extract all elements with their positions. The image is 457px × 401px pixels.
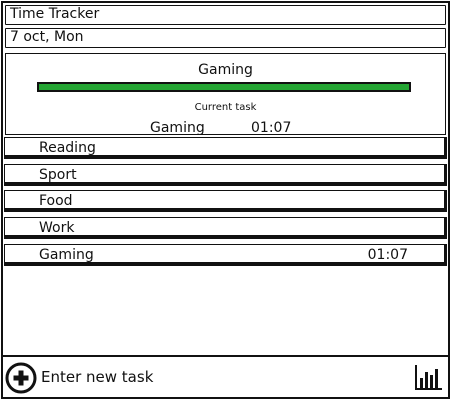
task-row-reading[interactable]: Reading bbox=[4, 137, 447, 159]
date-bar[interactable]: 7 oct, Mon bbox=[5, 28, 446, 48]
current-task-panel: Gaming Current task Gaming 01:07 bbox=[5, 53, 446, 136]
task-label: Work bbox=[39, 220, 75, 236]
task-label: Food bbox=[39, 193, 73, 209]
task-label: Sport bbox=[39, 167, 77, 183]
current-task-time: 01:07 bbox=[251, 120, 292, 136]
task-row-sport[interactable]: Sport bbox=[4, 164, 447, 186]
task-label: Gaming bbox=[39, 247, 94, 263]
current-task-title: Gaming bbox=[198, 62, 253, 78]
current-task-name: Gaming bbox=[150, 120, 205, 136]
app-title: Time Tracker bbox=[10, 6, 100, 22]
current-task-caption: Current task bbox=[194, 102, 257, 113]
time-tracker-app: Time Tracker 7 oct, Mon Gaming Current t… bbox=[1, 1, 450, 399]
date-label: 7 oct, Mon bbox=[10, 29, 84, 45]
task-time: 01:07 bbox=[367, 247, 408, 263]
task-row-gaming[interactable]: Gaming 01:07 bbox=[4, 244, 447, 266]
task-row-food[interactable]: Food bbox=[4, 190, 447, 212]
title-bar: Time Tracker bbox=[5, 5, 446, 25]
plus-circle-icon[interactable] bbox=[5, 362, 37, 394]
new-task-input[interactable] bbox=[41, 366, 341, 388]
bottom-bar bbox=[3, 355, 448, 397]
task-row-work[interactable]: Work bbox=[4, 217, 447, 239]
progress-fill bbox=[39, 84, 409, 90]
current-task-progress bbox=[37, 82, 411, 92]
bar-chart-icon[interactable] bbox=[414, 363, 444, 391]
task-label: Reading bbox=[39, 140, 96, 156]
